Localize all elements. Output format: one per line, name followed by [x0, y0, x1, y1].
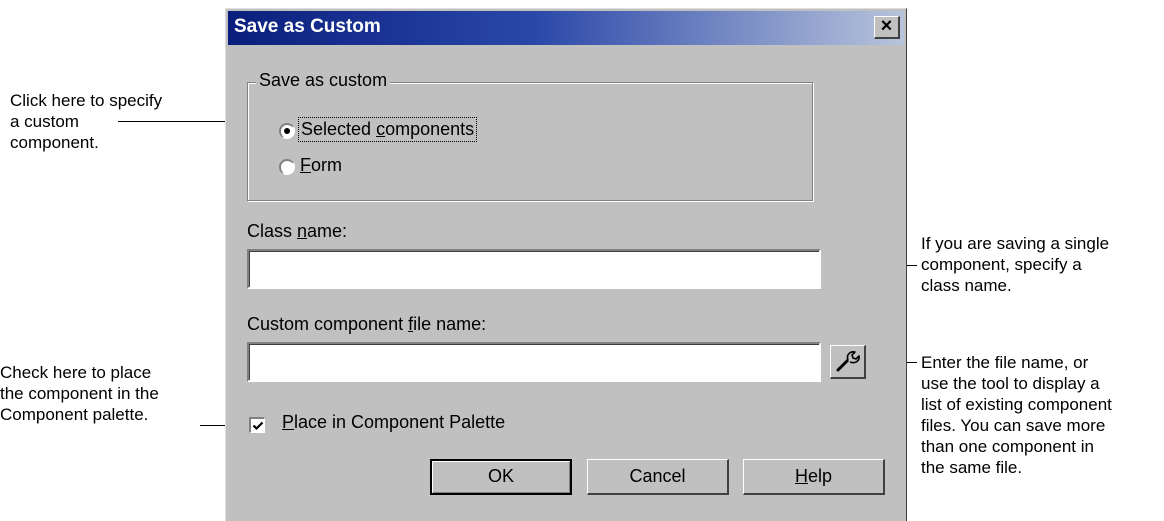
ok-button[interactable]: OK — [430, 459, 572, 495]
class-name-label: Class name: — [247, 221, 348, 241]
callout-file-name: Enter the file name, or use the tool to … — [921, 353, 1112, 477]
place-in-palette-checkbox[interactable] — [249, 417, 265, 433]
title-bar[interactable]: Save as Custom × — [228, 11, 904, 45]
help-button[interactable]: Help — [743, 459, 885, 495]
save-as-custom-group: Save as custom Selected components Form — [247, 70, 813, 201]
radio-selected-components-label[interactable]: Selected components — [297, 117, 478, 142]
place-in-palette-label[interactable]: Place in Component Palette — [282, 412, 505, 433]
close-icon: × — [880, 15, 893, 37]
radio-form-label[interactable]: Form — [300, 155, 342, 176]
wrench-icon — [836, 351, 860, 372]
radio-selected-components[interactable] — [279, 123, 295, 139]
callout-palette: Check here to place the component in the… — [0, 363, 159, 424]
browse-tool-button[interactable] — [830, 345, 866, 379]
file-name-label: Custom component file name: — [247, 314, 487, 334]
checkmark-icon — [252, 421, 264, 431]
group-label: Save as custom — [256, 70, 391, 91]
radio-form[interactable] — [279, 159, 295, 175]
file-name-input[interactable] — [247, 342, 821, 382]
callout-class-name: If you are saving a single component, sp… — [921, 234, 1110, 295]
dialog-title: Save as Custom — [234, 16, 381, 37]
class-name-input[interactable] — [247, 249, 821, 289]
save-as-custom-dialog: Save as Custom × Save as custom Selected… — [225, 8, 907, 521]
radio-selected-dot — [284, 128, 290, 134]
cancel-button[interactable]: Cancel — [587, 459, 729, 495]
close-button[interactable]: × — [874, 16, 900, 39]
